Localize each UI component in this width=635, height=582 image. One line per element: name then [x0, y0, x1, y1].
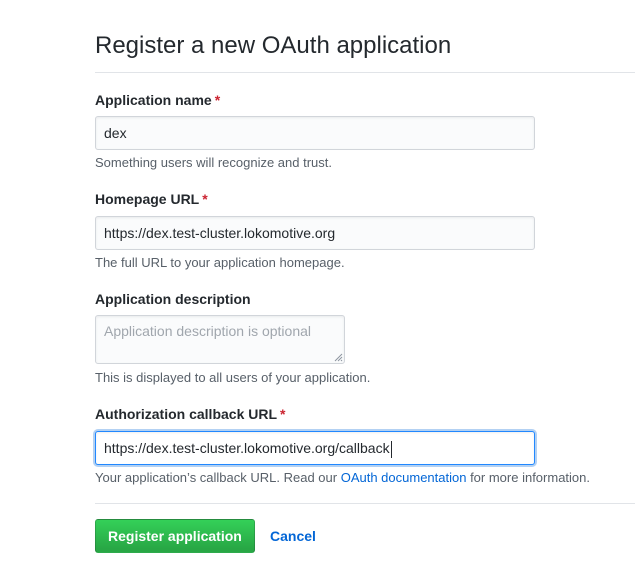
- app-name-label: Application name *: [95, 90, 220, 110]
- resize-handle-icon[interactable]: [333, 352, 343, 362]
- description-label: Application description: [95, 289, 251, 309]
- callback-url-input[interactable]: https://dex.test-cluster.lokomotive.org/…: [95, 431, 535, 465]
- required-mark: *: [202, 191, 208, 207]
- callback-url-label-text: Authorization callback URL: [95, 406, 278, 422]
- text-caret: [390, 440, 392, 458]
- callback-note-text-end: for more information.: [466, 470, 590, 485]
- callback-url-value: https://dex.test-cluster.lokomotive.org/…: [104, 440, 390, 456]
- homepage-url-input[interactable]: [95, 216, 535, 250]
- oauth-documentation-link[interactable]: OAuth documentation: [341, 470, 467, 485]
- actions-divider: [95, 503, 635, 504]
- description-textarea[interactable]: [95, 315, 345, 364]
- homepage-url-note: The full URL to your application homepag…: [95, 255, 345, 270]
- register-application-button[interactable]: Register application: [95, 519, 255, 553]
- homepage-url-label: Homepage URL *: [95, 189, 208, 209]
- app-name-input[interactable]: [95, 116, 535, 150]
- cancel-button[interactable]: Cancel: [270, 526, 316, 546]
- required-mark: *: [214, 92, 221, 108]
- description-label-text: Application description: [95, 291, 251, 307]
- page-title: Register a new OAuth application: [95, 32, 452, 59]
- app-name-note: Something users will recognize and trust…: [95, 155, 333, 170]
- description-note: This is displayed to all users of your a…: [95, 370, 371, 385]
- callback-note-text: Your application’s callback URL. Read ou…: [95, 470, 341, 485]
- required-mark: *: [280, 406, 286, 422]
- callback-url-note: Your application’s callback URL. Read ou…: [95, 469, 590, 487]
- homepage-url-label-text: Homepage URL: [95, 191, 200, 207]
- app-name-label-text: Application name: [95, 92, 212, 108]
- title-divider: [95, 72, 635, 73]
- callback-url-label: Authorization callback URL *: [95, 404, 285, 424]
